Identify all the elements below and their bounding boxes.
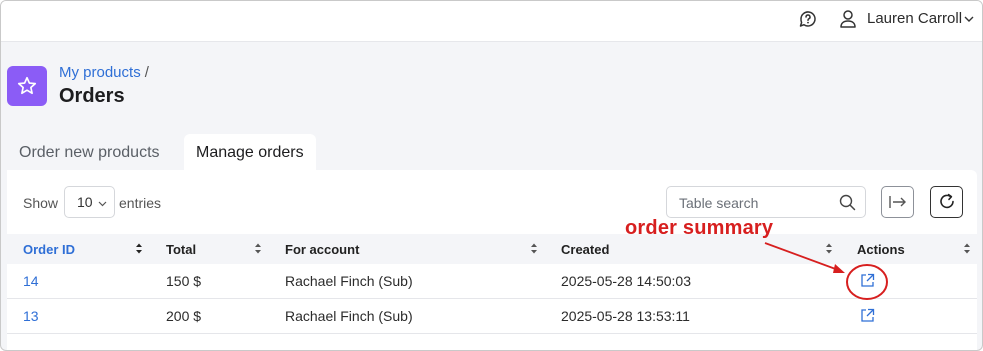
search-icon [839,194,856,211]
order-account: Rachael Finch (Sub) [285,273,413,289]
table-search-input[interactable]: Table search [666,186,866,218]
tab-order-new-products[interactable]: Order new products [7,134,172,170]
breadcrumb-my-products[interactable]: My products [59,64,141,81]
column-order-id[interactable]: Order ID [23,242,75,257]
column-created[interactable]: Created [561,242,609,257]
star-icon [17,76,37,95]
user-icon[interactable] [839,9,857,29]
column-for-account[interactable]: For account [285,242,359,257]
refresh-button[interactable] [930,186,963,218]
entries-value: 10 [77,194,93,210]
order-total: 150 $ [166,273,202,289]
order-account: Rachael Finch (Sub) [285,308,413,324]
entries-label: entries [119,195,162,211]
entries-select[interactable]: 10 [64,186,115,218]
chevron-down-icon[interactable] [963,13,975,25]
export-button[interactable] [881,186,914,218]
sort-icon[interactable] [135,242,143,255]
chevron-down-icon [98,201,107,207]
app-window: Lauren Carroll My products / Orders Order… [0,0,983,351]
order-created: 2025-05-28 13:53:11 [561,308,690,324]
export-icon [888,196,906,208]
external-link-icon[interactable] [860,308,875,323]
sort-icon[interactable] [963,242,971,255]
breadcrumb-separator: / [144,64,149,81]
order-id-link[interactable]: 13 [23,308,39,324]
sort-icon[interactable] [254,242,262,255]
annotation-label: order summary [625,217,774,239]
order-id-link[interactable]: 14 [23,273,39,289]
search-placeholder: Table search [679,195,759,211]
table-row: 13 200 $ Rachael Finch (Sub) 2025-05-28 … [7,299,977,334]
help-icon[interactable] [798,9,818,29]
annotation-arrow [764,242,888,300]
top-bar: Lauren Carroll [1,1,982,42]
column-total[interactable]: Total [166,242,196,257]
page-title: Orders [59,85,125,107]
order-created: 2025-05-28 14:50:03 [561,273,691,289]
refresh-icon [939,193,954,209]
user-name[interactable]: Lauren Carroll [867,10,962,27]
sort-icon[interactable] [530,242,538,255]
breadcrumb: My products / [59,64,149,81]
page-icon [7,66,47,106]
show-label: Show [23,195,59,211]
tab-manage-orders[interactable]: Manage orders [184,134,316,170]
order-total: 200 $ [166,308,202,324]
